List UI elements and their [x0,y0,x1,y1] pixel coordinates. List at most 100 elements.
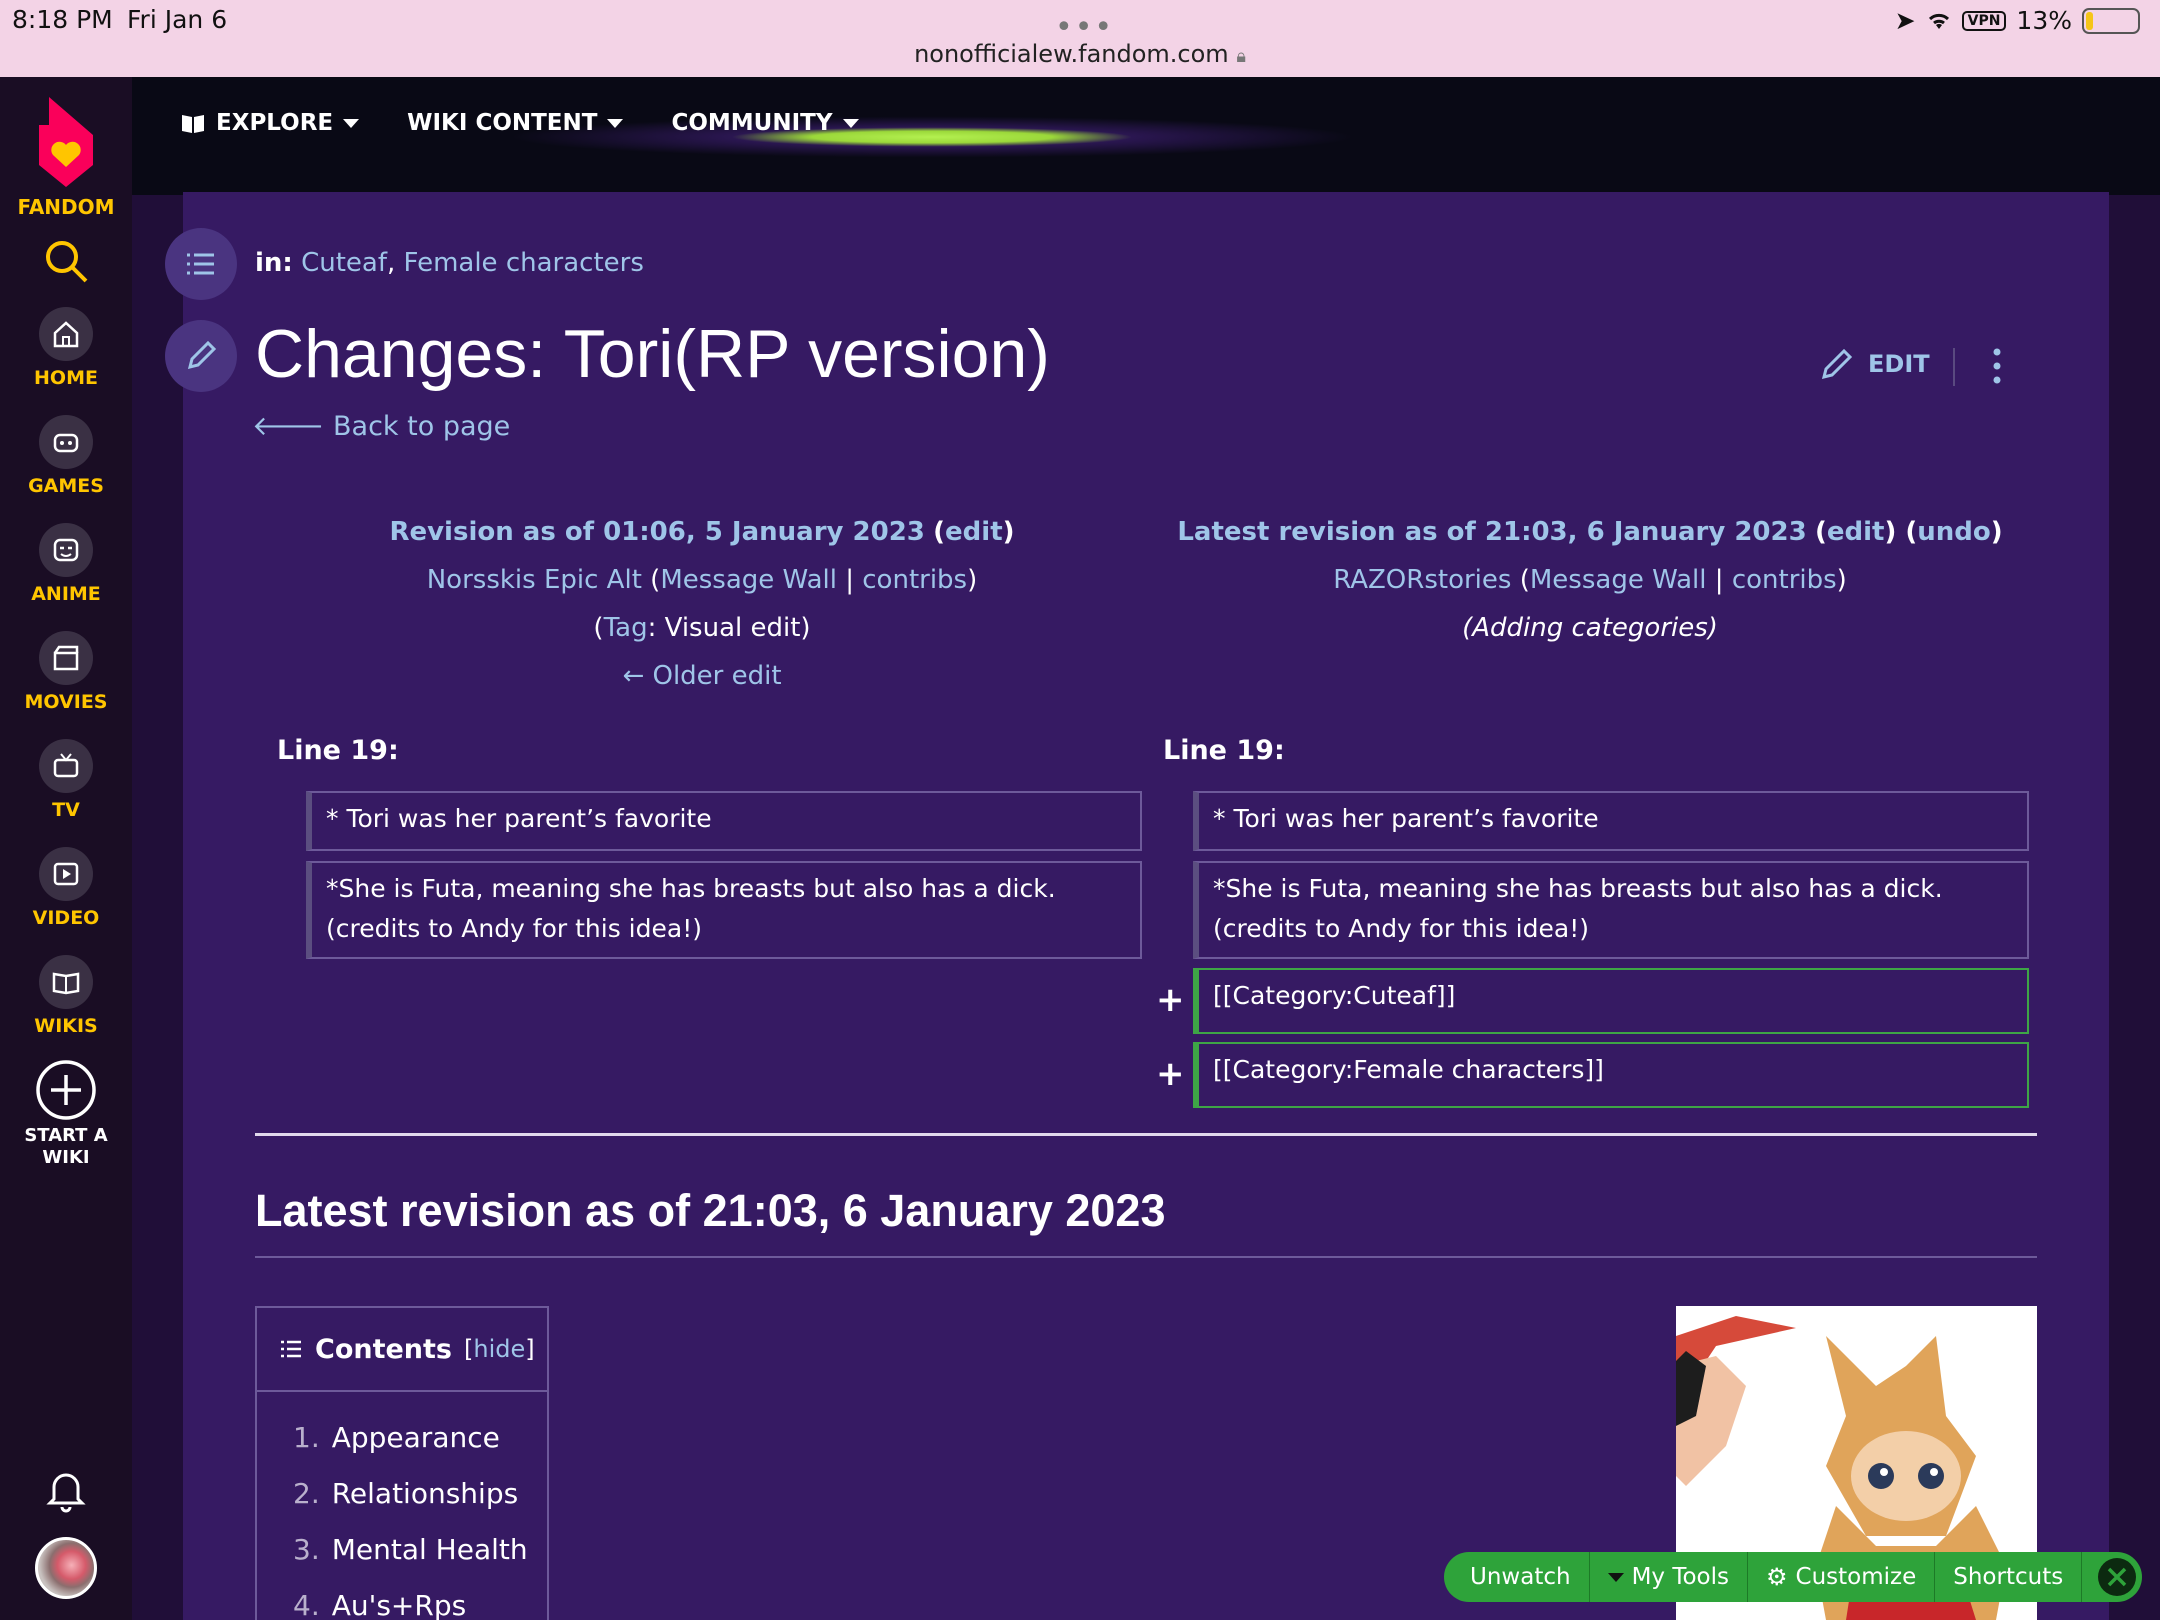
address-bar[interactable]: nonofficialew.fandom.com 🔒︎ [0,40,2160,68]
toc-list: 1. Appearance 2. Relationships 3. Mental He… [257,1392,547,1620]
arrow-left-icon: 🡐 [252,411,325,442]
toc-item[interactable]: 3. Mental Health [293,1522,547,1578]
more-options-icon[interactable] [1985,346,2009,386]
explore-icon [182,115,204,133]
old-revision-info: Revision as of 01:06, 5 January 2023 (ed… [389,517,1015,691]
edit-button[interactable]: EDIT [1818,345,1930,383]
diff-line-text: [[Category:Female characters]] [1213,1055,1604,1084]
diff-line-text: *She is Futa, meaning she has breasts bu… [1213,874,1943,903]
category-link[interactable]: Cuteaf [301,248,387,278]
edit-label: EDIT [1868,350,1930,378]
book-icon [52,972,80,995]
latest-revision-heading: Latest revision as of 21:03, 6 January 2… [255,1185,1166,1236]
toc-header: Contents [hide] [257,1308,547,1392]
sidebar-item-video[interactable]: VIDEO [0,847,132,929]
anime-icon [53,538,79,562]
diff-context-line: *She is Futa, meaning she has breasts bu… [306,861,1142,959]
my-tools-button[interactable]: My Tools [1590,1552,1748,1602]
gamepad-icon [53,433,79,453]
toc-hide-toggle[interactable]: hide [473,1335,525,1363]
caret-down-icon [1607,1572,1624,1582]
unwatch-button[interactable]: Unwatch [1444,1552,1590,1602]
wiki-header-background [132,77,2160,195]
avatar-image [35,1537,97,1599]
fandom-logo[interactable]: FANDOM [0,95,132,219]
wiki-toolbar: Unwatch My Tools ⚙ Customize Shortcuts [1444,1552,2142,1602]
diff-added-marker: + [1156,980,1185,1020]
sidebar-item-wikis[interactable]: WIKIS [0,955,132,1037]
start-a-wiki-label: START A WIKI [24,1125,108,1168]
old-revision-link[interactable]: Revision as of 01:06, 5 January 2023 [389,517,924,547]
chevron-down-icon [842,118,859,128]
home-icon [53,321,79,348]
category-separator: , [387,248,396,278]
diff-added-line: [[Category:Cuteaf]] [1193,968,2029,1034]
new-revision-link[interactable]: Latest revision as of 21:03, 6 January 2… [1177,517,1806,547]
toolbar-close-button[interactable] [2098,1558,2136,1596]
contribs-link[interactable]: contribs [1732,565,1837,595]
table-of-contents: Contents [hide] 1. Appearance 2. Relations… [255,1306,549,1620]
unwatch-label: Unwatch [1470,1564,1571,1590]
user-avatar[interactable] [0,1537,132,1599]
older-edit-link[interactable]: ← Older edit [622,661,781,691]
tv-icon [53,753,79,778]
start-a-wiki-button[interactable]: START A WIKI [0,1059,132,1169]
customize-button[interactable]: ⚙ Customize [1748,1552,1936,1602]
shortcuts-button[interactable]: Shortcuts [1935,1552,2083,1602]
list-icon [187,253,214,275]
sidebar-search[interactable] [0,237,132,290]
new-revision-info: Latest revision as of 21:03, 6 January 2… [1177,517,2003,643]
location-icon: ➤ [1894,6,1916,35]
vpn-badge: VPN [1961,10,2007,31]
list-icon [281,1340,301,1358]
ios-status-bar: 8:18 PM Fri Jan 6 ••• nonofficialew.fand… [0,0,2160,77]
bell-icon [46,1473,86,1513]
plus-circle-icon [36,1060,96,1120]
diff-line-text: * Tori was her parent’s favorite [1213,804,1599,833]
nav-wiki-content[interactable]: WIKI CONTENT [407,110,624,136]
nav-explore[interactable]: EXPLORE [180,110,360,136]
sidebar-item-label: MOVIES [24,691,108,713]
edit-tools-button[interactable] [165,320,237,392]
sidebar-item-label: WIKIS [34,1015,98,1037]
tag-link[interactable]: Tag [604,613,648,643]
back-to-page-label: Back to page [333,411,511,442]
sidebar-item-home[interactable]: HOME [0,307,132,389]
category-link[interactable]: Female characters [404,248,644,278]
toc-item[interactable]: 2. Relationships [293,1466,547,1522]
new-revision-user-link[interactable]: RAZORstories [1333,565,1511,595]
toc-item[interactable]: 1. Appearance [293,1410,547,1466]
diff-added-marker: + [1156,1054,1185,1094]
heading-underline [255,1256,2037,1258]
sidebar-item-tv[interactable]: TV [0,739,132,821]
pencil-icon [1821,348,1853,380]
toc-title: Contents [315,1333,453,1365]
sidebar-item-anime[interactable]: ANIME [0,523,132,605]
undo-link[interactable]: undo [1917,517,1991,547]
sidebar-item-games[interactable]: GAMES [0,415,132,497]
table-of-contents-button[interactable] [165,228,237,300]
search-icon [46,241,88,283]
fandom-logo-label: FANDOM [17,195,115,219]
nav-community-label: COMMUNITY [671,110,833,136]
video-icon [53,862,79,886]
nav-community[interactable]: COMMUNITY [671,110,859,136]
fandom-flame-icon [39,97,93,187]
back-to-page-link[interactable]: 🡐 Back to page [252,409,510,442]
fandom-global-sidebar: FANDOM HOME GAMES ANIME MOVIES TV VIDEO … [0,77,132,1620]
new-revision-edit-link[interactable]: edit [1827,517,1885,547]
notifications-button[interactable] [0,1467,132,1518]
old-revision-edit-link[interactable]: edit [945,517,1003,547]
toc-item[interactable]: 4. Au's+Rps [293,1578,547,1620]
message-wall-link[interactable]: Message Wall [660,565,837,595]
diff-line-text: *She is Futa, meaning she has breasts bu… [326,874,1056,903]
diff-line-text: [[Category:Cuteaf]] [1213,981,1456,1010]
status-icons: ➤ VPN 13% [1895,6,2140,35]
clock-date: Fri Jan 6 [127,5,228,34]
contribs-link[interactable]: contribs [862,565,967,595]
sidebar-item-movies[interactable]: MOVIES [0,631,132,713]
message-wall-link[interactable]: Message Wall [1530,565,1707,595]
page-categories: in: Cuteaf, Female characters [255,248,644,278]
diff-line-text: * Tori was her parent’s favorite [326,804,712,833]
old-revision-user-link[interactable]: Norsskis Epic Alt [427,565,642,595]
